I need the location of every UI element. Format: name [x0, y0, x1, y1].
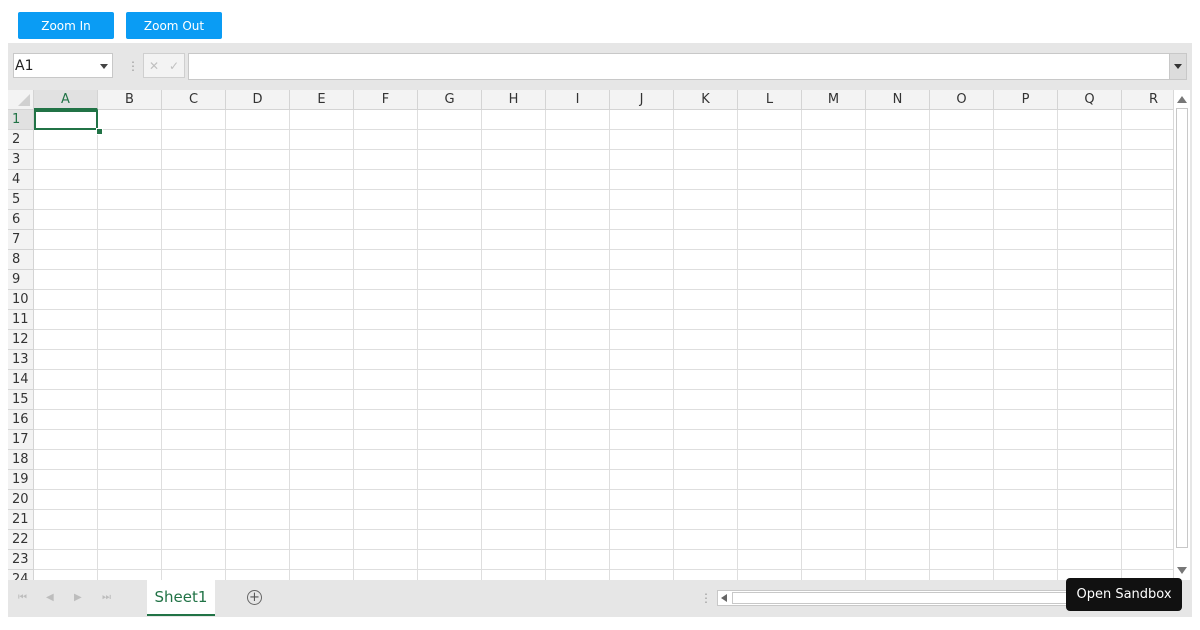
- confirm-icon[interactable]: ✓: [169, 59, 179, 73]
- row-header[interactable]: 10: [8, 290, 34, 310]
- separator-dots-icon[interactable]: ⋮: [700, 591, 712, 605]
- column-header[interactable]: O: [930, 90, 994, 110]
- zoom-out-button[interactable]: Zoom Out: [126, 12, 222, 39]
- row-header[interactable]: 23: [8, 550, 34, 570]
- column-header[interactable]: F: [354, 90, 418, 110]
- column-header[interactable]: A: [34, 90, 98, 110]
- column-header[interactable]: M: [802, 90, 866, 110]
- column-header[interactable]: J: [610, 90, 674, 110]
- row-header[interactable]: 9: [8, 270, 34, 290]
- row-header[interactable]: 18: [8, 450, 34, 470]
- formula-edit-buttons: ✕ ✓: [143, 53, 185, 78]
- prev-sheet-icon[interactable]: ◀: [46, 592, 54, 603]
- cell-grid[interactable]: [34, 110, 1173, 580]
- name-box[interactable]: A1: [13, 53, 113, 78]
- column-header[interactable]: H: [482, 90, 546, 110]
- column-header[interactable]: G: [418, 90, 482, 110]
- sheet-tab-sheet1[interactable]: Sheet1: [147, 580, 215, 616]
- column-header[interactable]: P: [994, 90, 1058, 110]
- row-header[interactable]: 21: [8, 510, 34, 530]
- row-header[interactable]: 11: [8, 310, 34, 330]
- vertical-scroll-thumb[interactable]: [1176, 108, 1188, 548]
- add-sheet-icon[interactable]: +: [247, 590, 262, 605]
- column-header[interactable]: L: [738, 90, 802, 110]
- active-cell[interactable]: [34, 110, 98, 130]
- row-header[interactable]: 1: [8, 110, 34, 130]
- row-header[interactable]: 14: [8, 370, 34, 390]
- row-header[interactable]: 2: [8, 130, 34, 150]
- chevron-down-icon: [1174, 64, 1182, 69]
- row-header[interactable]: 15: [8, 390, 34, 410]
- column-header[interactable]: D: [226, 90, 290, 110]
- column-header[interactable]: C: [162, 90, 226, 110]
- spreadsheet: A1 ⋮ ✕ ✓ A B C D E F G H I J K L M N O P Q R 1 2 3 4 5 6 7 8 9 10 11…: [8, 43, 1192, 617]
- next-sheet-icon[interactable]: ▶: [74, 592, 82, 603]
- row-header[interactable]: 3: [8, 150, 34, 170]
- select-all-corner[interactable]: [8, 90, 34, 110]
- row-header[interactable]: 8: [8, 250, 34, 270]
- open-sandbox-button[interactable]: Open Sandbox: [1066, 578, 1182, 611]
- row-header[interactable]: 4: [8, 170, 34, 190]
- name-box-value: A1: [15, 58, 34, 74]
- row-header[interactable]: 22: [8, 530, 34, 550]
- row-header[interactable]: 6: [8, 210, 34, 230]
- first-sheet-icon[interactable]: ⏮: [18, 592, 27, 603]
- cancel-icon[interactable]: ✕: [149, 59, 159, 73]
- row-header[interactable]: 7: [8, 230, 34, 250]
- chevron-down-icon[interactable]: [100, 64, 108, 69]
- last-sheet-icon[interactable]: ⏭: [102, 592, 111, 603]
- row-header[interactable]: 13: [8, 350, 34, 370]
- horizontal-scrollbar[interactable]: [717, 590, 1087, 606]
- row-header[interactable]: 5: [8, 190, 34, 210]
- column-header[interactable]: B: [98, 90, 162, 110]
- formula-input[interactable]: [188, 53, 1187, 80]
- column-header[interactable]: R: [1122, 90, 1173, 110]
- scroll-up-icon[interactable]: [1177, 96, 1187, 103]
- corner-triangle-icon: [18, 94, 30, 106]
- fill-handle[interactable]: [96, 128, 103, 135]
- horizontal-scroll-thumb[interactable]: [732, 592, 1082, 604]
- column-header[interactable]: E: [290, 90, 354, 110]
- row-header[interactable]: 17: [8, 430, 34, 450]
- grid: A B C D E F G H I J K L M N O P Q R 1 2 3 4 5 6 7 8 9 10 11 12 13 14 15 1…: [8, 90, 1173, 580]
- column-header[interactable]: N: [866, 90, 930, 110]
- vertical-scrollbar[interactable]: [1173, 90, 1190, 580]
- row-header[interactable]: 16: [8, 410, 34, 430]
- sheet-tab-bar: ⏮ ◀ ▶ ⏭ Sheet1 + ⋮: [8, 580, 1192, 617]
- column-header[interactable]: I: [546, 90, 610, 110]
- scroll-down-icon[interactable]: [1177, 567, 1187, 574]
- zoom-in-button[interactable]: Zoom In: [18, 12, 114, 39]
- column-header[interactable]: K: [674, 90, 738, 110]
- row-header[interactable]: 20: [8, 490, 34, 510]
- scroll-left-icon[interactable]: [721, 594, 727, 602]
- expand-formula-button[interactable]: [1169, 54, 1186, 79]
- column-header[interactable]: Q: [1058, 90, 1122, 110]
- row-header[interactable]: 12: [8, 330, 34, 350]
- row-header[interactable]: 24: [8, 570, 34, 580]
- row-header[interactable]: 19: [8, 470, 34, 490]
- separator-dots-icon: ⋮: [127, 59, 139, 73]
